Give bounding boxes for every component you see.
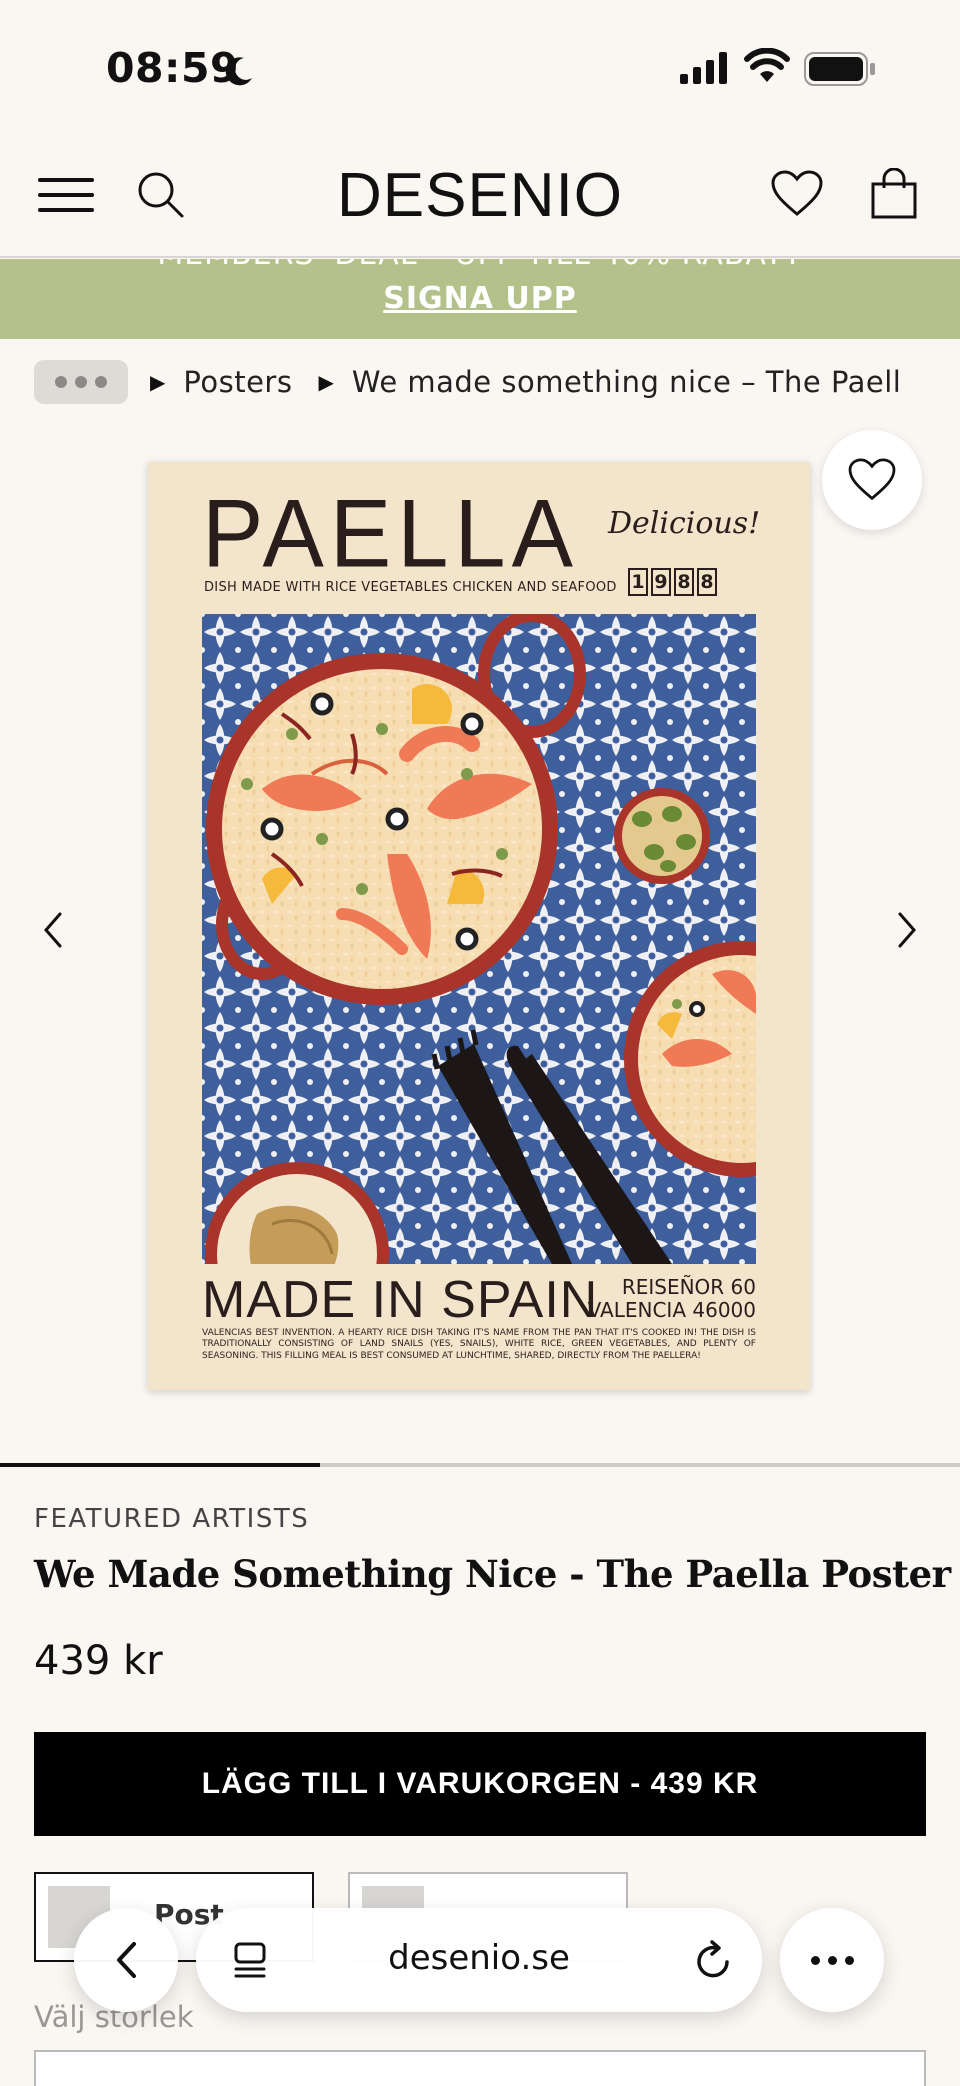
poster-made-in: MADE IN SPAIN xyxy=(202,1271,599,1329)
poster-address: REISEÑOR 60 VALENCIA 46000 xyxy=(588,1276,756,1322)
paella-illustration xyxy=(202,614,756,1264)
gallery-progress-bar xyxy=(0,1463,960,1467)
wifi-icon xyxy=(744,48,790,82)
add-to-cart-button[interactable]: LÄGG TILL I VARUKORGEN - 439 KR xyxy=(34,1732,926,1836)
poster-subtitle: DISH MADE WITH RICE VEGETABLES CHICKEN A… xyxy=(204,580,617,595)
promo-banner: MEMBERS' DEAL – UPP TILL 40% RABATT SIGN… xyxy=(0,259,960,339)
reload-icon[interactable] xyxy=(694,1938,734,1982)
breadcrumb-item-current[interactable]: We made something nice – The Paell xyxy=(352,365,902,399)
size-select[interactable] xyxy=(34,2050,926,2086)
product-title: We Made Something Nice - The Paella Post… xyxy=(34,1552,951,1596)
artist-label[interactable]: FEATURED ARTISTS xyxy=(34,1504,309,1534)
status-bar: 08:59 xyxy=(0,0,960,130)
browser-toolbar: desenio.se xyxy=(0,1900,960,2020)
year-digit: 1 xyxy=(628,568,648,596)
battery-icon xyxy=(804,52,875,86)
favorite-button[interactable] xyxy=(822,430,922,530)
breadcrumb-arrow-icon: ▶ xyxy=(318,370,334,394)
product-price: 439 kr xyxy=(34,1638,163,1684)
wishlist-icon[interactable] xyxy=(770,170,824,218)
year-digit: 9 xyxy=(651,568,671,596)
status-time: 08:59 xyxy=(106,44,240,92)
more-options-button[interactable] xyxy=(780,1908,884,2012)
cart-bag-icon[interactable] xyxy=(870,168,918,220)
browser-back-button[interactable] xyxy=(74,1908,178,2012)
signup-link[interactable]: SIGNA UPP xyxy=(0,281,960,316)
heart-icon xyxy=(848,458,896,501)
year-digit: 8 xyxy=(697,568,717,596)
breadcrumb-item-posters[interactable]: Posters xyxy=(183,365,292,399)
product-image[interactable]: PAELLA DISH MADE WITH RICE VEGETABLES CH… xyxy=(148,462,810,1390)
poster-title: PAELLA xyxy=(202,480,579,588)
year-digit: 8 xyxy=(674,568,694,596)
poster-address-line: VALENCIA 46000 xyxy=(587,1298,756,1322)
moon-icon xyxy=(225,57,252,86)
address-bar[interactable]: desenio.se xyxy=(196,1908,762,2012)
url-domain: desenio.se xyxy=(388,1938,570,1978)
poster-address-line: REISEÑOR 60 xyxy=(621,1275,756,1299)
poster-year: 1 9 8 8 xyxy=(628,568,717,596)
site-header: DESENIO xyxy=(0,130,960,258)
chevron-left-icon[interactable] xyxy=(40,910,64,950)
breadcrumb-arrow-icon: ▶ xyxy=(150,370,166,394)
poster-description: VALENCIAS BEST INVENTION. A HEARTY RICE … xyxy=(202,1328,756,1361)
breadcrumb-more-button[interactable] xyxy=(34,360,128,404)
product-gallery: PAELLA DISH MADE WITH RICE VEGETABLES CH… xyxy=(0,420,960,1464)
gallery-progress-fill xyxy=(0,1463,320,1467)
poster-tagline: Delicious! xyxy=(608,506,761,541)
cellular-signal-icon xyxy=(680,52,727,84)
chevron-left-icon xyxy=(117,1942,136,1978)
chevron-right-icon[interactable] xyxy=(896,910,920,950)
promo-text: MEMBERS' DEAL – UPP TILL 40% RABATT xyxy=(0,259,960,272)
breadcrumb: ▶ Posters ▶ We made something nice – The… xyxy=(34,358,960,406)
